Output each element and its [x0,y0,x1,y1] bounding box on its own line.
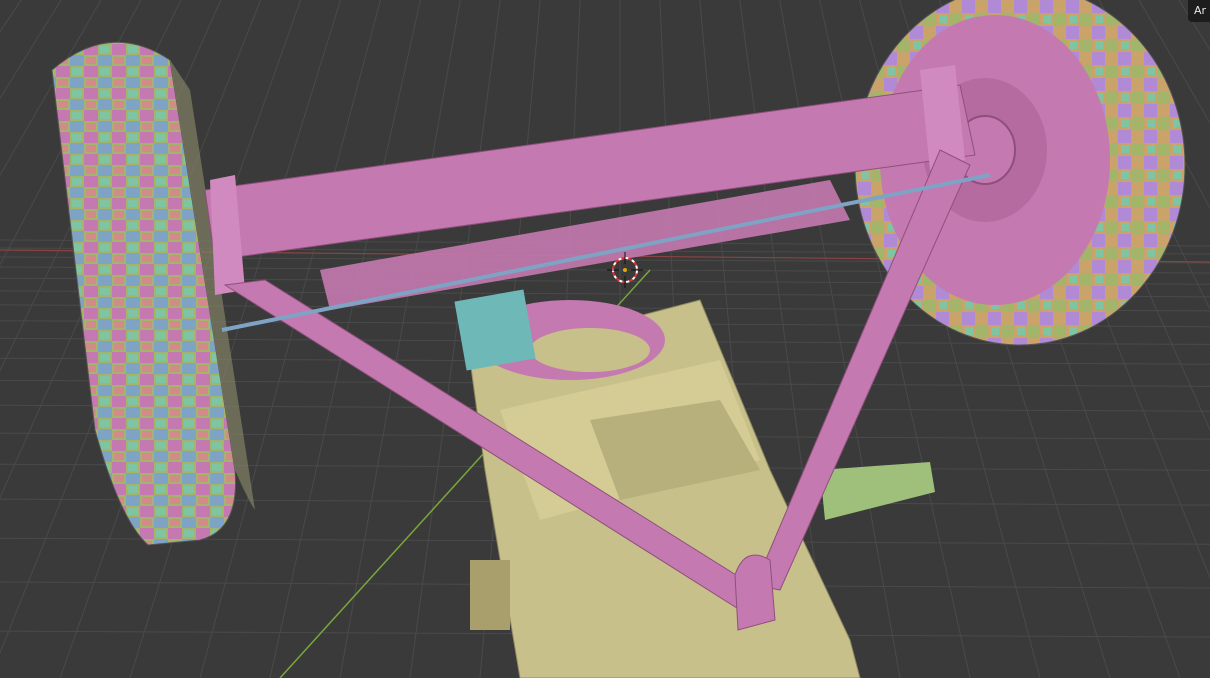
left-wheel[interactable] [51,41,255,546]
3d-viewport[interactable]: Ar [0,0,1210,678]
viewport-overlay-label[interactable]: Ar [1188,0,1210,22]
viewport-scene[interactable] [0,0,1210,678]
